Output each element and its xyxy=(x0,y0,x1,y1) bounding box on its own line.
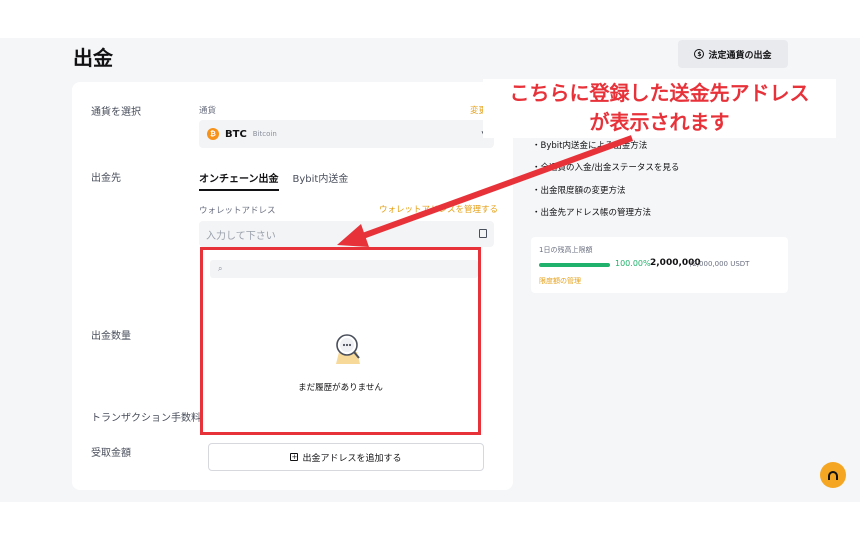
manage-wallet-link[interactable]: ウォレットアドレスを管理する xyxy=(379,203,498,215)
wallet-address-label: ウォレットアドレス xyxy=(199,206,276,216)
support-chat-button[interactable] xyxy=(820,462,846,488)
btc-coin-icon: ₿ xyxy=(207,128,219,140)
tab-internal-transfer[interactable]: Bybit内送金 xyxy=(293,170,349,191)
limit-percent: 100.00% xyxy=(615,259,651,268)
daily-limit-card: 1日の残高上限額 100.00% 2,000,000 /2,000,000 US… xyxy=(531,237,788,293)
amount-label: 出金数量 xyxy=(91,331,131,342)
faq-item-address-book[interactable]: ・出金先アドレス帳の管理方法 xyxy=(532,206,651,218)
headset-icon xyxy=(828,470,838,480)
coin-symbol: BTC xyxy=(225,128,247,140)
page-title: 出金 xyxy=(73,46,113,70)
wallet-address-input[interactable]: 入力して下さい xyxy=(199,221,494,247)
tab-onchain[interactable]: オンチェーン出金 xyxy=(199,170,279,191)
currency-small-label: 通貨 xyxy=(199,106,217,116)
address-dropdown: ⌕ まだ履歴がありません xyxy=(200,247,481,435)
empty-magnifier-icon xyxy=(336,334,360,364)
annotation-callout: こちらに登録した送金先アドレス が表示されます xyxy=(483,79,836,138)
add-address-button[interactable]: + 出金アドレスを追加する xyxy=(208,443,484,471)
destination-label: 出金先 xyxy=(91,173,121,184)
empty-history-text: まだ履歴がありません xyxy=(298,383,383,393)
receive-amount-label: 受取金額 xyxy=(91,448,131,459)
manage-limit-link[interactable]: 限度額の管理 xyxy=(539,276,581,286)
fiat-withdraw-button[interactable]: $ 法定通貨の出金 xyxy=(678,40,788,68)
annotation-line-1: こちらに登録した送金先アドレス xyxy=(509,81,810,105)
address-search-input[interactable]: ⌕ xyxy=(210,260,478,278)
limit-title: 1日の残高上限額 xyxy=(539,246,593,254)
address-placeholder: 入力して下さい xyxy=(206,230,276,242)
faq-item-status[interactable]: ・全通貨の入金/出金ステータスを見る xyxy=(532,161,679,173)
fiat-withdraw-label: 法定通貨の出金 xyxy=(708,50,772,61)
currency-select[interactable]: ₿ BTC Bitcoin ▾ xyxy=(199,120,494,148)
fee-label: トランザクション手数料 xyxy=(91,413,201,424)
limit-progress-bar xyxy=(539,263,610,267)
address-book-icon[interactable] xyxy=(479,229,487,238)
destination-tabs: オンチェーン出金 Bybit内送金 xyxy=(199,170,348,191)
dollar-circle-icon: $ xyxy=(694,49,705,59)
plus-icon: + xyxy=(290,453,299,461)
search-icon: ⌕ xyxy=(218,264,223,273)
add-address-label: 出金アドレスを追加する xyxy=(302,453,402,464)
coin-name: Bitcoin xyxy=(252,130,277,138)
annotation-line-2: が表示されます xyxy=(589,110,730,134)
limit-total: /2,000,000 USDT xyxy=(690,260,750,268)
faq-item-limit-change[interactable]: ・出金限度額の変更方法 xyxy=(532,184,626,196)
faq-item-internal-transfer[interactable]: ・Bybit内送金による出金方法 xyxy=(532,139,647,151)
currency-select-label: 通貨を選択 xyxy=(91,107,141,118)
